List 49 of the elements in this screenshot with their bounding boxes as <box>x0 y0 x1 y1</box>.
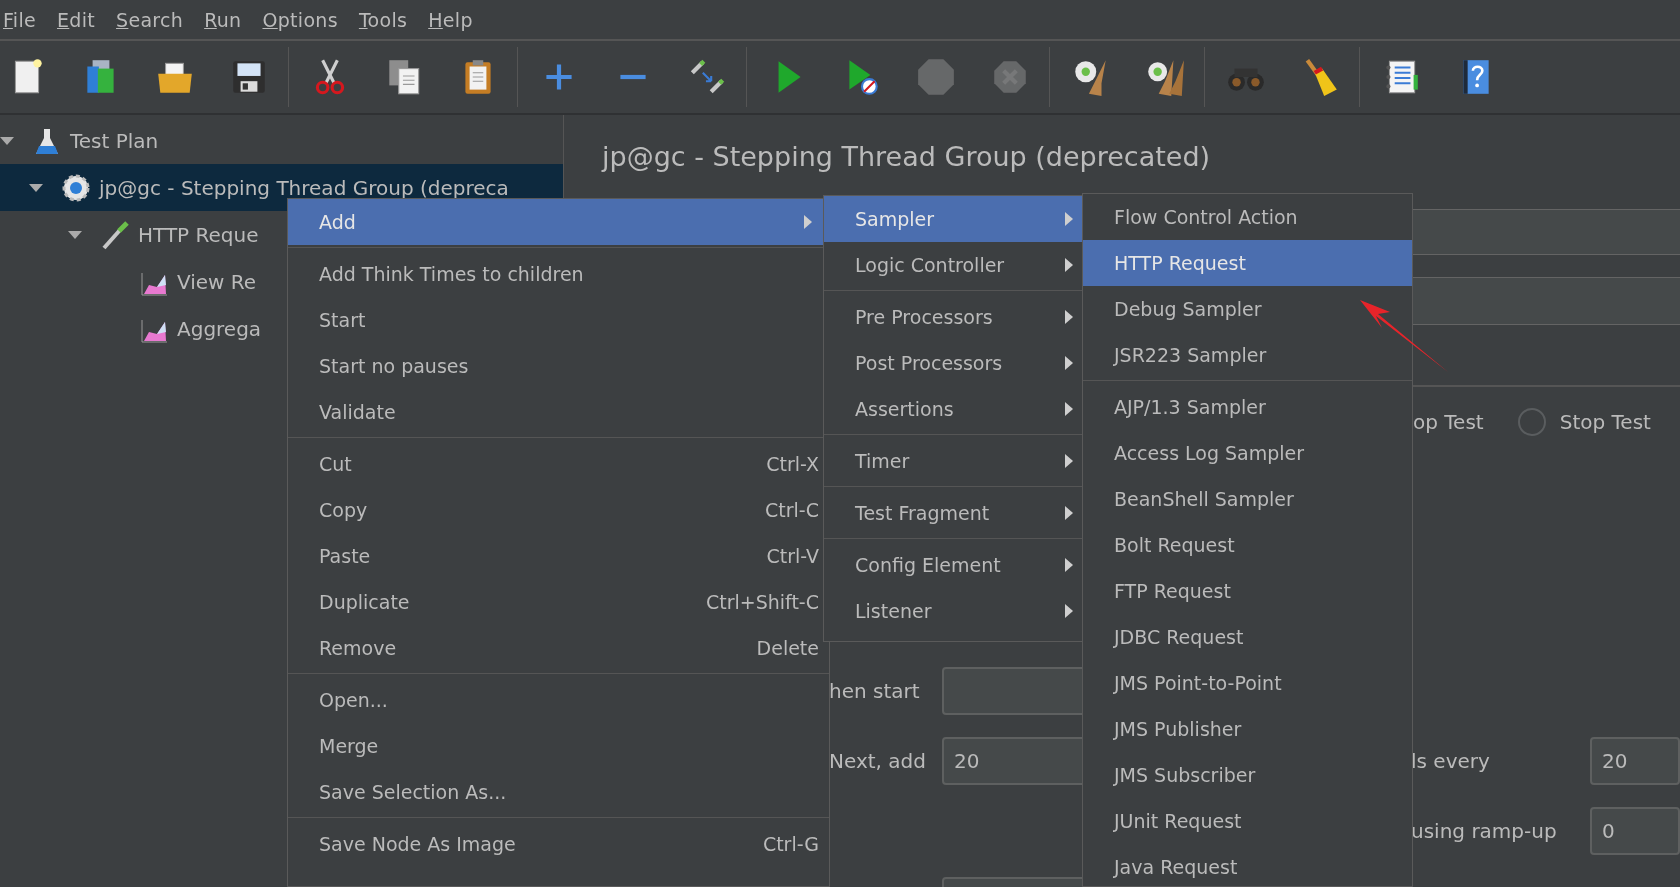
text-field[interactable]: 20 <box>1590 737 1680 785</box>
menu-item[interactable]: Save Node As Image Ctrl-G <box>288 821 829 867</box>
menu-item[interactable]: Run <box>193 8 252 31</box>
menu-item[interactable]: Search <box>105 8 194 31</box>
menu-item[interactable]: Pre Processors <box>824 294 1082 340</box>
menu-item[interactable]: Merge <box>288 723 829 769</box>
menu-item[interactable]: JMS Subscriber <box>1083 752 1412 798</box>
expanded-caret-icon[interactable] <box>0 135 14 146</box>
menu-item[interactable]: Edit <box>46 8 106 31</box>
menu-item[interactable]: BeanShell Sampler <box>1083 476 1412 522</box>
menu-item[interactable]: Access Log Sampler <box>1083 430 1412 476</box>
menu-item[interactable]: FTP Request <box>1083 568 1412 614</box>
field-label: ls every <box>1411 749 1491 773</box>
expanded-caret-icon[interactable] <box>68 229 82 240</box>
field-label: hen start <box>829 679 921 703</box>
menu-item[interactable]: JDBC Request <box>1083 614 1412 660</box>
field-label: using ramp-up <box>1411 819 1558 843</box>
gear-icon <box>61 172 91 203</box>
menu-item[interactable]: Bolt Request <box>1083 522 1412 568</box>
menu-item[interactable]: Tools <box>347 8 418 31</box>
menu-item[interactable]: Open... <box>288 677 829 723</box>
field-label: Next, add <box>829 749 927 773</box>
menu-item[interactable]: Debug Sampler <box>1083 286 1412 332</box>
radio-button[interactable]: Stop Test <box>1517 408 1651 436</box>
menu-item[interactable]: Sampler <box>824 196 1082 242</box>
menu-item[interactable]: Logic Controller <box>824 242 1082 288</box>
menu-item[interactable]: Post Processors <box>824 340 1082 386</box>
menu-item[interactable]: JMS Publisher <box>1083 706 1412 752</box>
panel-title: jp@gc - Stepping Thread Group (deprecated) <box>602 141 1212 174</box>
menu-item[interactable]: Save Selection As... <box>288 769 829 815</box>
menu-item[interactable]: JMS Point-to-Point <box>1083 660 1412 706</box>
menu-item[interactable]: Assertions <box>824 386 1082 432</box>
menu-item[interactable]: Config Element <box>824 542 1082 588</box>
option-label: op Test <box>1413 410 1484 434</box>
menu-item[interactable]: Java Request <box>1083 844 1412 886</box>
menu-item[interactable]: JUnit Request <box>1083 798 1412 844</box>
menu-item[interactable]: HTTP Request <box>1083 240 1412 286</box>
pipette-icon <box>100 219 130 250</box>
menu-item[interactable]: AJP/1.3 Sampler <box>1083 384 1412 430</box>
text-field[interactable]: 0 <box>1590 807 1680 855</box>
menu-item[interactable]: File <box>0 8 46 31</box>
menu-item[interactable]: Flow Control Action <box>1083 194 1412 240</box>
menu-item[interactable]: Test Fragment <box>824 490 1082 536</box>
tree-row[interactable]: Test Plan <box>0 117 563 164</box>
menu-item[interactable]: Options <box>251 8 348 31</box>
menu-item[interactable]: JSR223 Sampler <box>1083 332 1412 378</box>
menu-item[interactable]: Help <box>417 8 483 31</box>
expanded-caret-icon[interactable] <box>29 182 43 193</box>
menu-item[interactable]: Timer <box>824 438 1082 484</box>
